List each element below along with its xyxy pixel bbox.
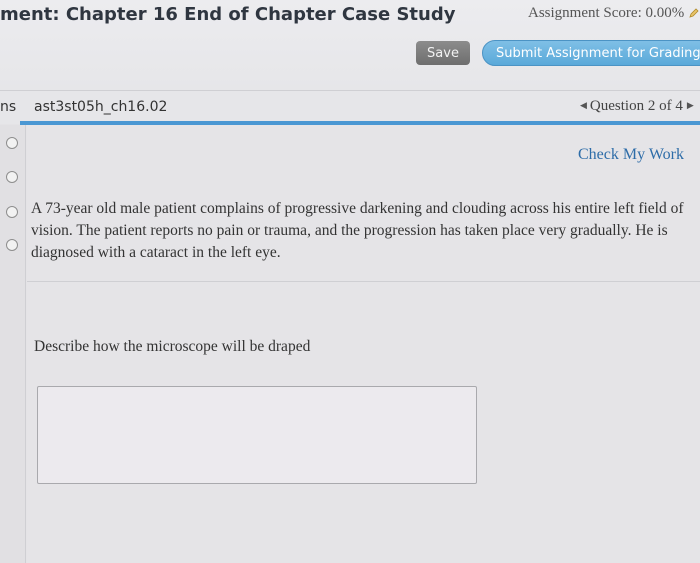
save-button[interactable]: Save — [416, 41, 470, 65]
questions-tab-fragment[interactable]: ns — [0, 99, 16, 115]
answer-textarea[interactable] — [37, 386, 477, 484]
question-1-status-icon[interactable] — [6, 137, 18, 149]
question-id: ast3st05h_ch16.02 — [34, 99, 168, 115]
previous-question-icon[interactable]: ◀ — [580, 100, 587, 110]
question-prompt: Describe how the microscope will be drap… — [34, 338, 311, 355]
question-2-status-icon[interactable] — [6, 171, 18, 183]
question-3-status-icon[interactable] — [6, 206, 18, 218]
content-divider — [27, 281, 700, 282]
question-navigator[interactable]: ◀ Question 2 of 4 ▶ — [580, 98, 694, 115]
next-question-icon[interactable]: ▶ — [687, 100, 694, 110]
assignment-score: Assignment Score: 0.00% — [528, 5, 685, 21]
question-list-sidebar — [0, 125, 26, 563]
page-title: ment: Chapter 16 End of Chapter Case Stu… — [0, 4, 456, 25]
question-4-status-icon[interactable] — [6, 239, 18, 251]
check-my-work-link[interactable]: Check My Work — [578, 146, 684, 164]
case-scenario-text: A 73-year old male patient complains of … — [31, 200, 684, 261]
pencil-icon — [689, 8, 699, 18]
question-position: Question 2 of 4 — [589, 98, 683, 114]
submit-assignment-button[interactable]: Submit Assignment for Grading — [482, 40, 700, 66]
